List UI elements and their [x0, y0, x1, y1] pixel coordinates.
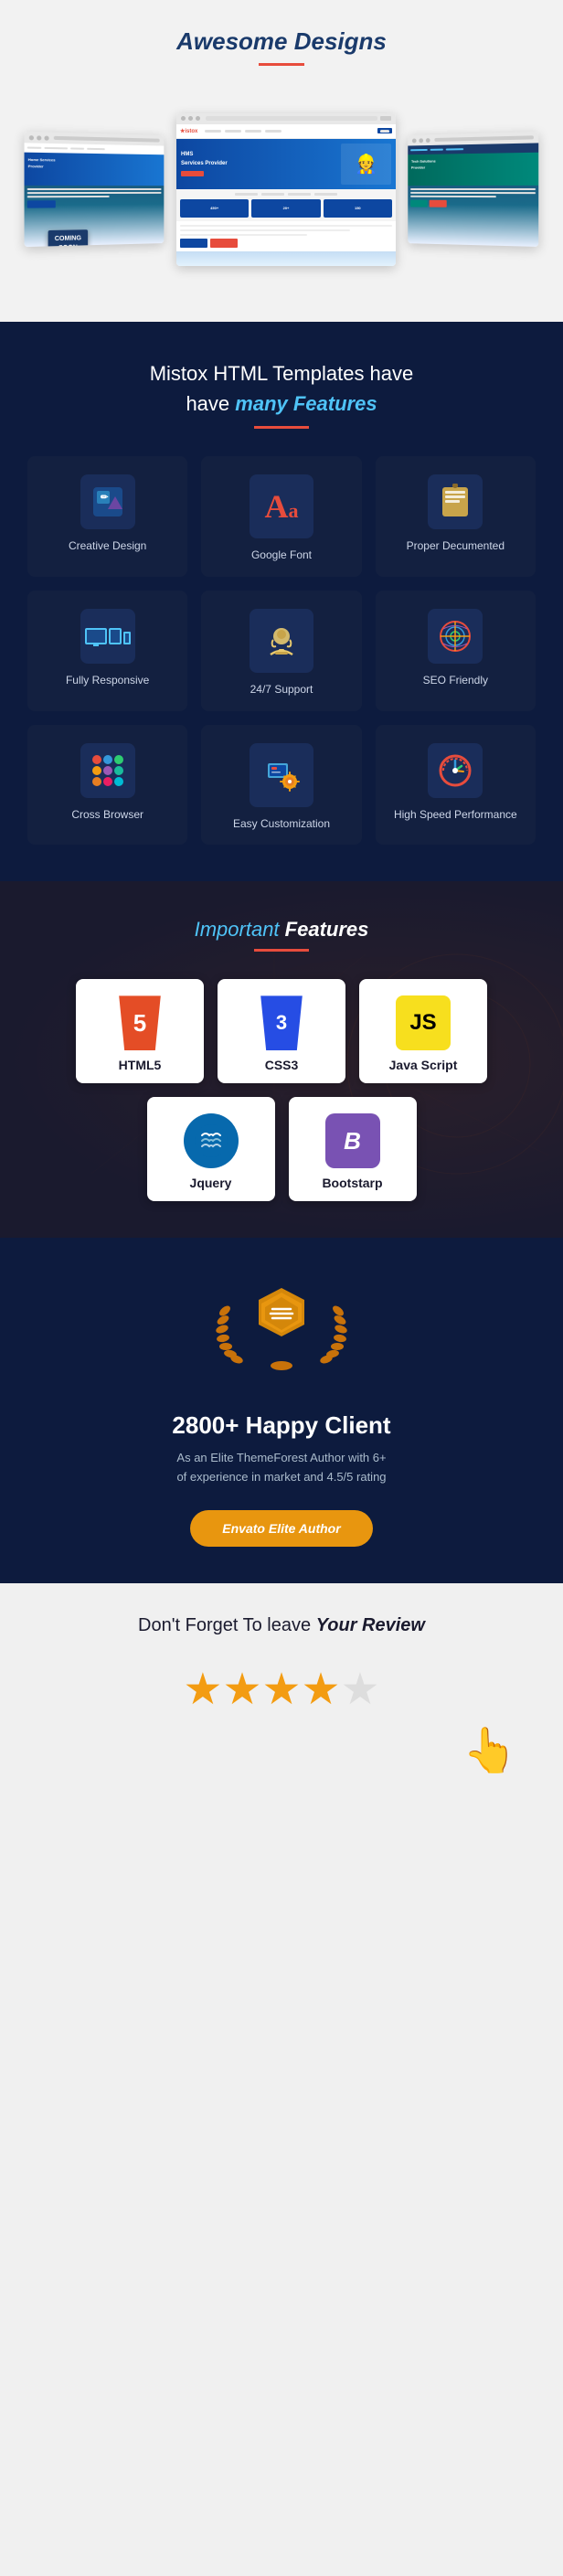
- envato-button[interactable]: Envato Elite Author: [190, 1510, 372, 1547]
- html5-icon: 5: [112, 995, 167, 1050]
- happy-client-section: 2800+ Happy Client As an Elite ThemeFore…: [0, 1238, 563, 1583]
- feature-proper-documented: Proper Decumented: [376, 456, 536, 577]
- mockup-main: ★istox Contact HMSServices Provider 👷: [176, 113, 396, 266]
- important-divider: [254, 949, 309, 952]
- important-features-section: Important Features 5 HTML5 3 CSS3 JS Jav…: [0, 881, 563, 1238]
- bootstrap-label: Bootstarp: [322, 1176, 382, 1190]
- bootstrap-icon: B: [325, 1113, 380, 1168]
- google-font-icon: A a: [250, 474, 313, 538]
- jquery-icon: [184, 1113, 239, 1168]
- happy-desc: As an Elite ThemeForest Author with 6+ o…: [27, 1449, 536, 1487]
- mockup-right: Tech SolutionsProvider: [408, 132, 538, 247]
- svg-text:✏: ✏: [101, 493, 109, 503]
- tech-html5: 5 HTML5: [76, 979, 204, 1083]
- star-1: ★: [183, 1664, 222, 1715]
- tech-jquery: Jquery: [147, 1097, 275, 1201]
- coming-soon-badge: COMINGSOON: [48, 229, 88, 247]
- easy-customization-label: Easy Customization: [233, 816, 330, 832]
- html5-label: HTML5: [119, 1058, 162, 1072]
- star-5: ★: [341, 1664, 380, 1715]
- review-section: Don't Forget To leave Your Review ★ ★ ★ …: [0, 1583, 563, 1808]
- feature-easy-customization: Easy Customization: [201, 725, 361, 846]
- hand-pointer-icon: 👆: [462, 1727, 517, 1775]
- feature-creative-design: ✏ Creative Design: [27, 456, 187, 577]
- seo-friendly-icon: [428, 609, 483, 664]
- feature-google-font: A a Google Font: [201, 456, 361, 577]
- feature-high-speed: High Speed Performance: [376, 725, 536, 846]
- google-font-label: Google Font: [251, 548, 312, 563]
- js-label: Java Script: [389, 1058, 458, 1072]
- js-icon: JS: [396, 995, 451, 1050]
- proper-documented-icon: [428, 474, 483, 529]
- easy-customization-icon: [250, 743, 313, 807]
- feature-fully-responsive: Fully Responsive: [27, 591, 187, 711]
- creative-design-icon: ✏: [80, 474, 135, 529]
- happy-count: 2800+ Happy Client: [27, 1411, 536, 1440]
- jquery-label: Jquery: [190, 1176, 232, 1190]
- seo-friendly-label: SEO Friendly: [423, 673, 488, 688]
- awesome-designs-section: Awesome Designs Home ServicesProvider CO…: [0, 0, 563, 322]
- feature-cross-browser: Cross Browser: [27, 725, 187, 846]
- css3-icon: 3: [254, 995, 309, 1050]
- support-label: 24/7 Support: [250, 682, 313, 697]
- fully-responsive-icon: [80, 609, 135, 664]
- support-icon: [250, 609, 313, 673]
- features-divider: [254, 426, 309, 429]
- award-badge: [208, 1274, 355, 1393]
- tech-javascript: JS Java Script: [359, 979, 487, 1083]
- css3-label: CSS3: [265, 1058, 299, 1072]
- feature-247-support: 24/7 Support: [201, 591, 361, 711]
- high-speed-label: High Speed Performance: [394, 807, 517, 823]
- mockup-left: Home ServicesProvider COMINGSOON: [25, 132, 165, 247]
- tech-grid: 5 HTML5 3 CSS3 JS Java Script Jquery: [27, 979, 536, 1201]
- awesome-title: Awesome Designs: [14, 27, 549, 56]
- review-title: Don't Forget To leave Your Review: [18, 1615, 545, 1636]
- cross-browser-label: Cross Browser: [71, 807, 143, 823]
- feature-seo-friendly: SEO Friendly: [376, 591, 536, 711]
- creative-design-label: Creative Design: [69, 538, 146, 554]
- hand-pointer-wrap: 👆: [18, 1724, 545, 1776]
- star-4: ★: [302, 1664, 341, 1715]
- proper-documented-label: Proper Decumented: [407, 538, 505, 554]
- star-2: ★: [222, 1664, 261, 1715]
- star-3: ★: [261, 1664, 301, 1715]
- tech-css3: 3 CSS3: [218, 979, 345, 1083]
- features-title: Mistox HTML Templates have have many Fea…: [27, 358, 536, 419]
- high-speed-icon: [428, 743, 483, 798]
- preview-collage: Home ServicesProvider COMINGSOON ★istox: [14, 84, 549, 294]
- features-grid: ✏ Creative Design A a Google Font: [27, 456, 536, 845]
- important-title: Important Features: [27, 918, 536, 942]
- features-section: Mistox HTML Templates have have many Fea…: [0, 322, 563, 881]
- title-divider: [259, 63, 304, 66]
- stars-row: ★ ★ ★ ★ ★: [18, 1655, 545, 1733]
- tech-bootstrap: B Bootstarp: [289, 1097, 417, 1201]
- fully-responsive-label: Fully Responsive: [66, 673, 149, 688]
- cross-browser-icon: [80, 743, 135, 798]
